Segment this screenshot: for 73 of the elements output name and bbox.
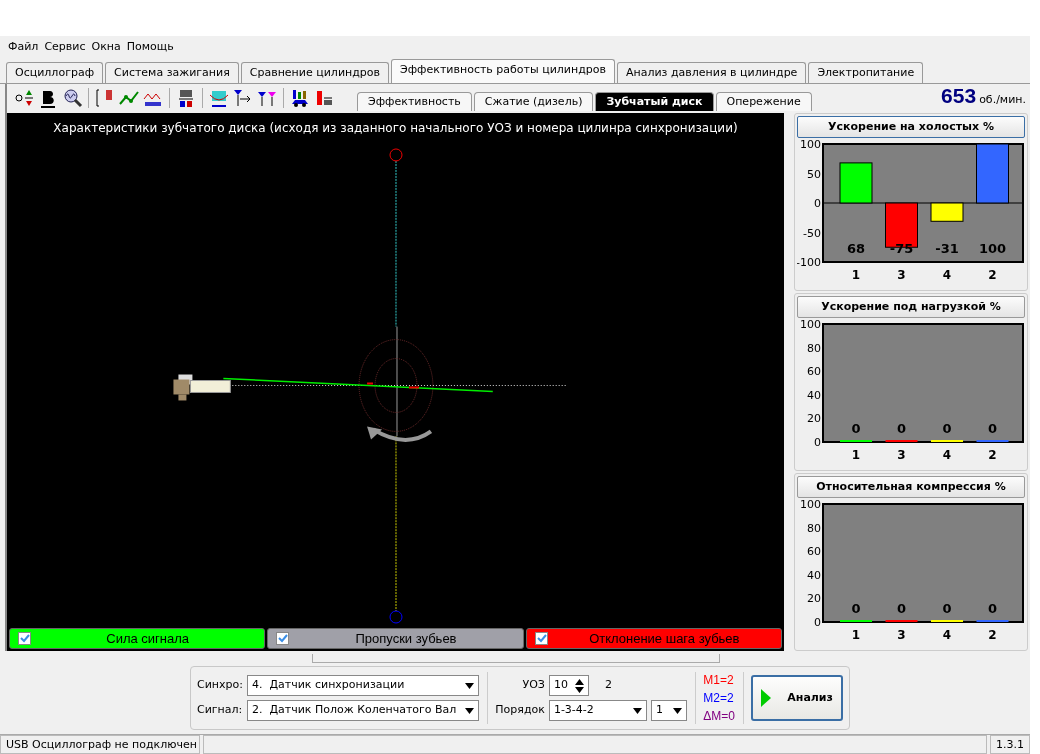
menu-item[interactable]: Файл (8, 38, 39, 56)
menu-item[interactable]: Сервис (44, 38, 86, 56)
field-label: Синхро: (197, 677, 243, 694)
x-axis-label: 3 (897, 628, 906, 642)
subtab[interactable]: Опережение (715, 92, 812, 111)
toggle-button[interactable]: Пропуски зубьев (267, 628, 524, 649)
subtab[interactable]: Эффективность (357, 92, 472, 111)
y-axis: -100 -50 0 50 100 (797, 138, 821, 269)
x-axis-label: 3 (897, 448, 906, 462)
x-axis-label: 3 (897, 268, 906, 282)
tab[interactable]: Эффективность работы цилиндров (391, 59, 615, 83)
x-axis-label: 2 (988, 628, 997, 642)
data-label: 100 (978, 241, 1007, 256)
metric-text: M1=2 (703, 672, 735, 689)
subtab[interactable]: Сжатие (дизель) (473, 92, 594, 111)
tab[interactable]: Электропитание (808, 62, 924, 83)
status-text: USB Осциллограф не подключен (0, 735, 200, 754)
sync-dropdown[interactable]: 4. Датчик синхронизации (246, 675, 479, 696)
tab[interactable]: Осциллограф (6, 62, 104, 83)
data-label: -31 (935, 241, 959, 256)
cylinder-dropdown[interactable]: 1 (650, 700, 687, 721)
menu-item[interactable]: Помощь (126, 38, 174, 56)
car-bars-icon[interactable] (289, 87, 311, 109)
chart-title: Характеристики зубчатого диска (исходя из заданного начального УОЗ и номера цилинра синхронизации) (52, 120, 739, 137)
value-text: 2 (604, 677, 612, 694)
version-text: 1.3.1 (990, 735, 1030, 754)
toggle-button[interactable]: Отклонение шага зубьев (525, 628, 782, 649)
tab[interactable]: Анализ давления в цилиндре (616, 62, 807, 83)
data-label: 0 (988, 421, 997, 436)
chart-header-button[interactable]: Ускорение под нагрузкой % (797, 296, 1025, 318)
data-label: 0 (988, 601, 997, 616)
spinner-field[interactable]: 10 (548, 675, 589, 696)
y-axis: 0 20 40 60 80 100 (800, 318, 821, 449)
x-axis-label: 1 (851, 448, 861, 462)
metric-text: ΔM=0 (703, 708, 735, 725)
checkbox[interactable] (18, 632, 31, 645)
x-axis-label: 1 (851, 268, 861, 282)
magnifier-icon[interactable] (61, 87, 83, 109)
field-label: Сигнал: (197, 702, 243, 719)
checkbox[interactable] (534, 632, 548, 645)
y-axis: 0 20 40 60 80 100 (800, 498, 821, 629)
x-axis-label: 1 (851, 628, 861, 642)
toggle-button[interactable]: Сила сигнала (9, 628, 266, 649)
play-icon (761, 689, 772, 707)
chart-header-button[interactable]: Относительная компрессия % (797, 476, 1025, 498)
data-label: 68 (846, 241, 866, 256)
splitter-handle[interactable] (312, 654, 720, 663)
signal-dropdown[interactable]: 2. Датчик Полож Коленчатого Вал (246, 700, 479, 721)
field-label: Порядок (495, 702, 545, 719)
tab[interactable]: Система зажигания (105, 62, 239, 83)
sensor-drawing (173, 374, 231, 401)
x-axis-label: 4 (942, 628, 952, 642)
data-label: 0 (897, 421, 906, 436)
order-dropdown[interactable]: 1-3-4-2 (548, 700, 647, 721)
rpm-unit: об./мин. (979, 91, 1026, 108)
subtab[interactable]: Зубчатый диск (595, 92, 714, 111)
checkbox[interactable] (276, 632, 290, 645)
x-axis-label: 2 (988, 268, 997, 282)
data-label: 0 (851, 421, 861, 436)
field-label: УОЗ (521, 677, 545, 694)
metric-text: M2=2 (703, 690, 735, 707)
x-axis-label: 4 (942, 448, 952, 462)
x-axis-label: 2 (988, 448, 997, 462)
data-label: 0 (851, 601, 861, 616)
data-label: 0 (942, 421, 952, 436)
data-label: 0 (942, 601, 952, 616)
menu-item[interactable]: Окна (91, 38, 121, 56)
x-axis-label: 4 (942, 268, 952, 282)
analyze-button[interactable]: Анализ (751, 675, 843, 721)
chart-header-button[interactable]: Ускорение на холостых % (797, 116, 1025, 138)
rpm-value: 653 (941, 82, 977, 109)
data-label: 0 (897, 601, 906, 616)
tab[interactable]: Сравнение цилиндров (240, 62, 390, 83)
